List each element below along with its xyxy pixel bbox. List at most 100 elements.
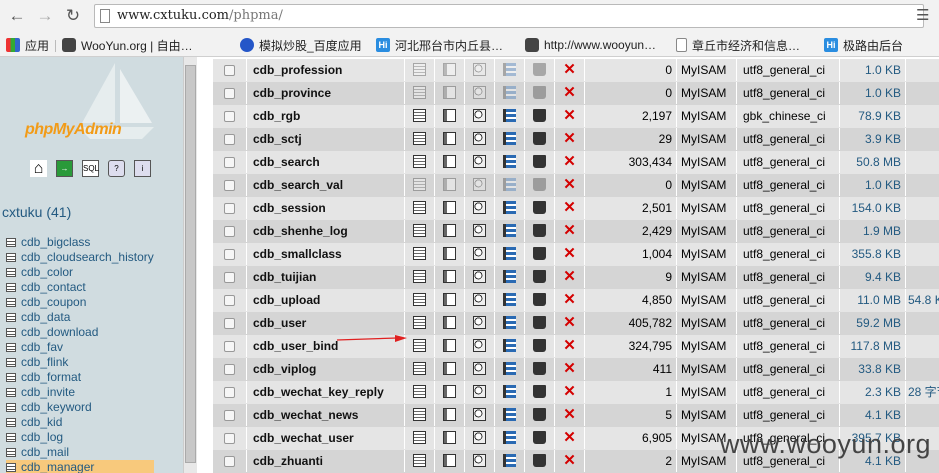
- insert-action[interactable]: [495, 197, 525, 219]
- empty-action[interactable]: [525, 450, 555, 472]
- browse-action[interactable]: [405, 128, 435, 150]
- insert-action[interactable]: [495, 427, 525, 449]
- table-size[interactable]: 1.0 KB: [840, 82, 906, 104]
- structure-action[interactable]: [435, 381, 465, 403]
- sidebar-item-label[interactable]: cdb_keyword: [21, 400, 92, 415]
- sidebar-item-label[interactable]: cdb_color: [21, 265, 73, 280]
- table-name[interactable]: cdb_rgb: [247, 105, 405, 127]
- table-icon[interactable]: [6, 388, 16, 397]
- sidebar-item-cdb_contact[interactable]: cdb_contact: [6, 280, 154, 295]
- sidebar-item-label[interactable]: cdb_coupon: [21, 295, 86, 310]
- drop-action[interactable]: ✕: [555, 404, 585, 426]
- scrollbar-thumb[interactable]: [185, 65, 196, 463]
- structure-action[interactable]: [435, 266, 465, 288]
- sidebar-item-cdb_data[interactable]: cdb_data: [6, 310, 154, 325]
- sidebar-item-cdb_color[interactable]: cdb_color: [6, 265, 154, 280]
- empty-icon[interactable]: [533, 178, 546, 192]
- table-name[interactable]: cdb_province: [247, 82, 405, 104]
- row-checkbox[interactable]: [224, 272, 235, 283]
- browse-icon[interactable]: [413, 270, 426, 284]
- sidebar-item-cdb_log[interactable]: cdb_log: [6, 430, 154, 445]
- drop-icon[interactable]: ✕: [563, 292, 576, 307]
- empty-action[interactable]: [525, 105, 555, 127]
- table-icon[interactable]: [6, 373, 16, 382]
- drop-action[interactable]: ✕: [555, 335, 585, 357]
- empty-icon[interactable]: [533, 201, 546, 215]
- empty-action[interactable]: [525, 404, 555, 426]
- browse-icon[interactable]: [413, 132, 426, 146]
- search-icon[interactable]: [473, 155, 486, 169]
- drop-action[interactable]: ✕: [555, 427, 585, 449]
- empty-icon[interactable]: [533, 339, 546, 353]
- sidebar-item-label[interactable]: cdb_contact: [21, 280, 86, 295]
- table-name[interactable]: cdb_wechat_news: [247, 404, 405, 426]
- drop-icon[interactable]: ✕: [563, 361, 576, 376]
- search-action[interactable]: [465, 266, 495, 288]
- drop-action[interactable]: ✕: [555, 358, 585, 380]
- empty-icon[interactable]: [533, 63, 546, 77]
- table-size[interactable]: 1.9 MB: [840, 220, 906, 242]
- row-checkbox[interactable]: [224, 433, 235, 444]
- structure-icon[interactable]: [443, 109, 456, 123]
- drop-action[interactable]: ✕: [555, 381, 585, 403]
- browse-action[interactable]: [405, 220, 435, 242]
- overhead[interactable]: [906, 358, 939, 380]
- insert-icon[interactable]: [503, 270, 516, 284]
- structure-action[interactable]: [435, 82, 465, 104]
- structure-action[interactable]: [435, 404, 465, 426]
- empty-icon[interactable]: [533, 270, 546, 284]
- insert-action[interactable]: [495, 381, 525, 403]
- insert-action[interactable]: [495, 312, 525, 334]
- row-checkbox[interactable]: [224, 318, 235, 329]
- row-checkbox[interactable]: [224, 410, 235, 421]
- drop-icon[interactable]: ✕: [563, 108, 576, 123]
- structure-icon[interactable]: [443, 454, 456, 468]
- overhead[interactable]: 54.8 K: [906, 289, 939, 311]
- reload-icon[interactable]: ↻: [62, 6, 84, 26]
- empty-action[interactable]: [525, 197, 555, 219]
- structure-action[interactable]: [435, 105, 465, 127]
- structure-icon[interactable]: [443, 247, 456, 261]
- structure-action[interactable]: [435, 151, 465, 173]
- table-icon[interactable]: [6, 313, 16, 322]
- table-name[interactable]: cdb_session: [247, 197, 405, 219]
- overhead[interactable]: [906, 128, 939, 150]
- structure-icon[interactable]: [443, 224, 456, 238]
- structure-action[interactable]: [435, 289, 465, 311]
- empty-icon[interactable]: [533, 132, 546, 146]
- structure-icon[interactable]: [443, 293, 456, 307]
- drop-action[interactable]: ✕: [555, 197, 585, 219]
- row-checkbox[interactable]: [224, 364, 235, 375]
- docs-icon[interactable]: i: [134, 160, 151, 177]
- table-icon[interactable]: [6, 283, 16, 292]
- insert-action[interactable]: [495, 289, 525, 311]
- search-action[interactable]: [465, 174, 495, 196]
- table-size[interactable]: 59.2 MB: [840, 312, 906, 334]
- search-icon[interactable]: [473, 339, 486, 353]
- browse-icon[interactable]: [413, 224, 426, 238]
- structure-action[interactable]: [435, 243, 465, 265]
- search-icon[interactable]: [473, 178, 486, 192]
- search-action[interactable]: [465, 450, 495, 472]
- row-checkbox[interactable]: [224, 387, 235, 398]
- table-size[interactable]: 154.0 KB: [840, 197, 906, 219]
- empty-action[interactable]: [525, 358, 555, 380]
- drop-action[interactable]: ✕: [555, 220, 585, 242]
- drop-icon[interactable]: ✕: [563, 315, 576, 330]
- table-name[interactable]: cdb_profession: [247, 59, 405, 81]
- table-icon[interactable]: [6, 463, 16, 472]
- help-icon[interactable]: ?: [108, 160, 125, 177]
- sidebar-item-cdb_kid[interactable]: cdb_kid: [6, 415, 154, 430]
- table-name[interactable]: cdb_tuijian: [247, 266, 405, 288]
- table-name[interactable]: cdb_sctj: [247, 128, 405, 150]
- table-size[interactable]: 78.9 KB: [840, 105, 906, 127]
- empty-icon[interactable]: [533, 247, 546, 261]
- sidebar-item-label[interactable]: cdb_format: [21, 370, 81, 385]
- table-name[interactable]: cdb_smallclass: [247, 243, 405, 265]
- search-action[interactable]: [465, 404, 495, 426]
- insert-action[interactable]: [495, 151, 525, 173]
- overhead[interactable]: 28 字节: [906, 381, 939, 403]
- table-size[interactable]: 2.3 KB: [840, 381, 906, 403]
- overhead[interactable]: [906, 312, 939, 334]
- drop-icon[interactable]: ✕: [563, 246, 576, 261]
